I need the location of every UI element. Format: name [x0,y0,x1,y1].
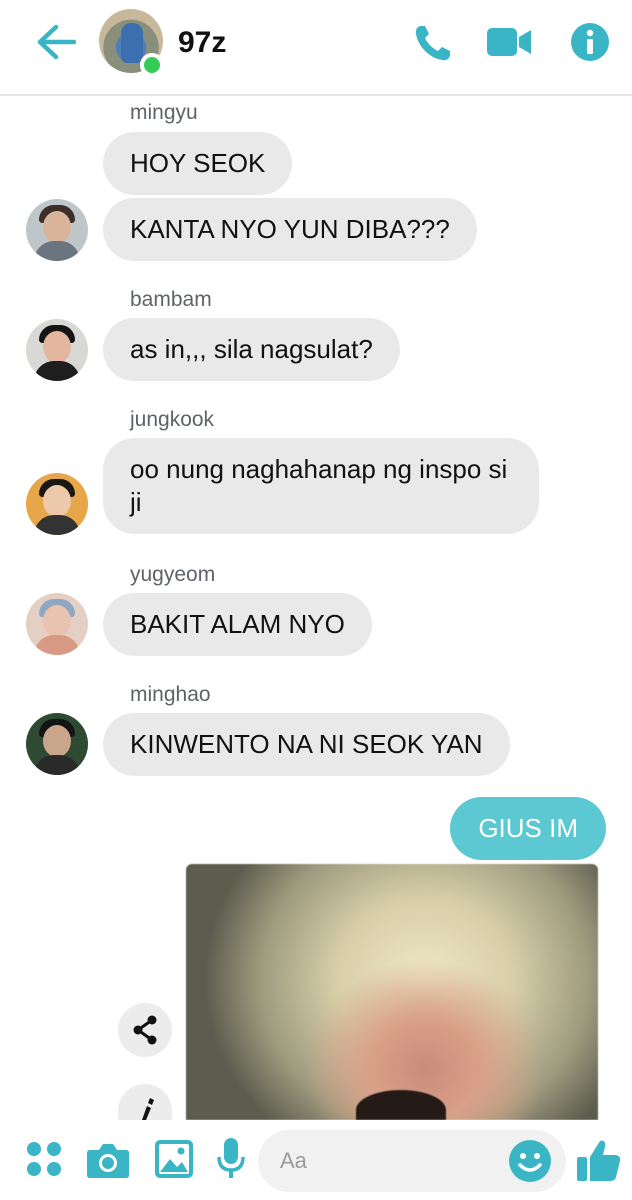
avatar-bambam[interactable] [26,319,88,381]
sender-name: minghao [130,683,211,706]
phone-icon[interactable] [412,22,454,64]
sender-name: mingyu [130,101,198,124]
sender-name: yugyeom [130,563,216,586]
edit-button[interactable] [118,1084,172,1120]
arrow-left-icon[interactable] [36,24,76,60]
avatar-yugyeom[interactable] [26,593,88,655]
avatar-jungkook[interactable] [26,473,88,535]
image-icon[interactable] [154,1139,194,1179]
conversation-title[interactable]: 97z [178,26,226,60]
thumbs-up-icon[interactable] [576,1137,622,1183]
video-camera-icon[interactable] [486,24,532,60]
message-bubble[interactable]: KANTA NYO YUN DIBA??? [103,198,477,261]
message-bubble[interactable]: as in,,, sila nagsulat? [103,318,400,381]
camera-icon[interactable] [86,1140,130,1180]
share-icon [133,1015,157,1045]
emoji-icon[interactable] [508,1139,552,1183]
outgoing-message-bubble[interactable]: GIUS IM [450,797,606,860]
info-icon[interactable] [570,22,610,62]
online-status-indicator [140,53,164,77]
apps-icon[interactable] [26,1141,62,1177]
share-button[interactable] [118,1003,172,1057]
message-bubble[interactable]: KINWENTO NA NI SEOK YAN [103,713,510,776]
shared-photo[interactable] [186,864,598,1120]
microphone-icon[interactable] [216,1137,246,1181]
avatar-minghao[interactable] [26,713,88,775]
pencil-icon [142,1098,154,1120]
avatar-mingyu[interactable] [26,199,88,261]
message-bubble[interactable]: HOY SEOK [103,132,293,195]
message-bubble[interactable]: BAKIT ALAM NYO [103,593,372,656]
message-bubble[interactable]: oo nung naghahanap ng inspo si ji [103,438,539,534]
sender-name: jungkook [130,408,215,431]
sender-name: bambam [130,288,212,311]
chat-header: 97z [0,0,632,96]
